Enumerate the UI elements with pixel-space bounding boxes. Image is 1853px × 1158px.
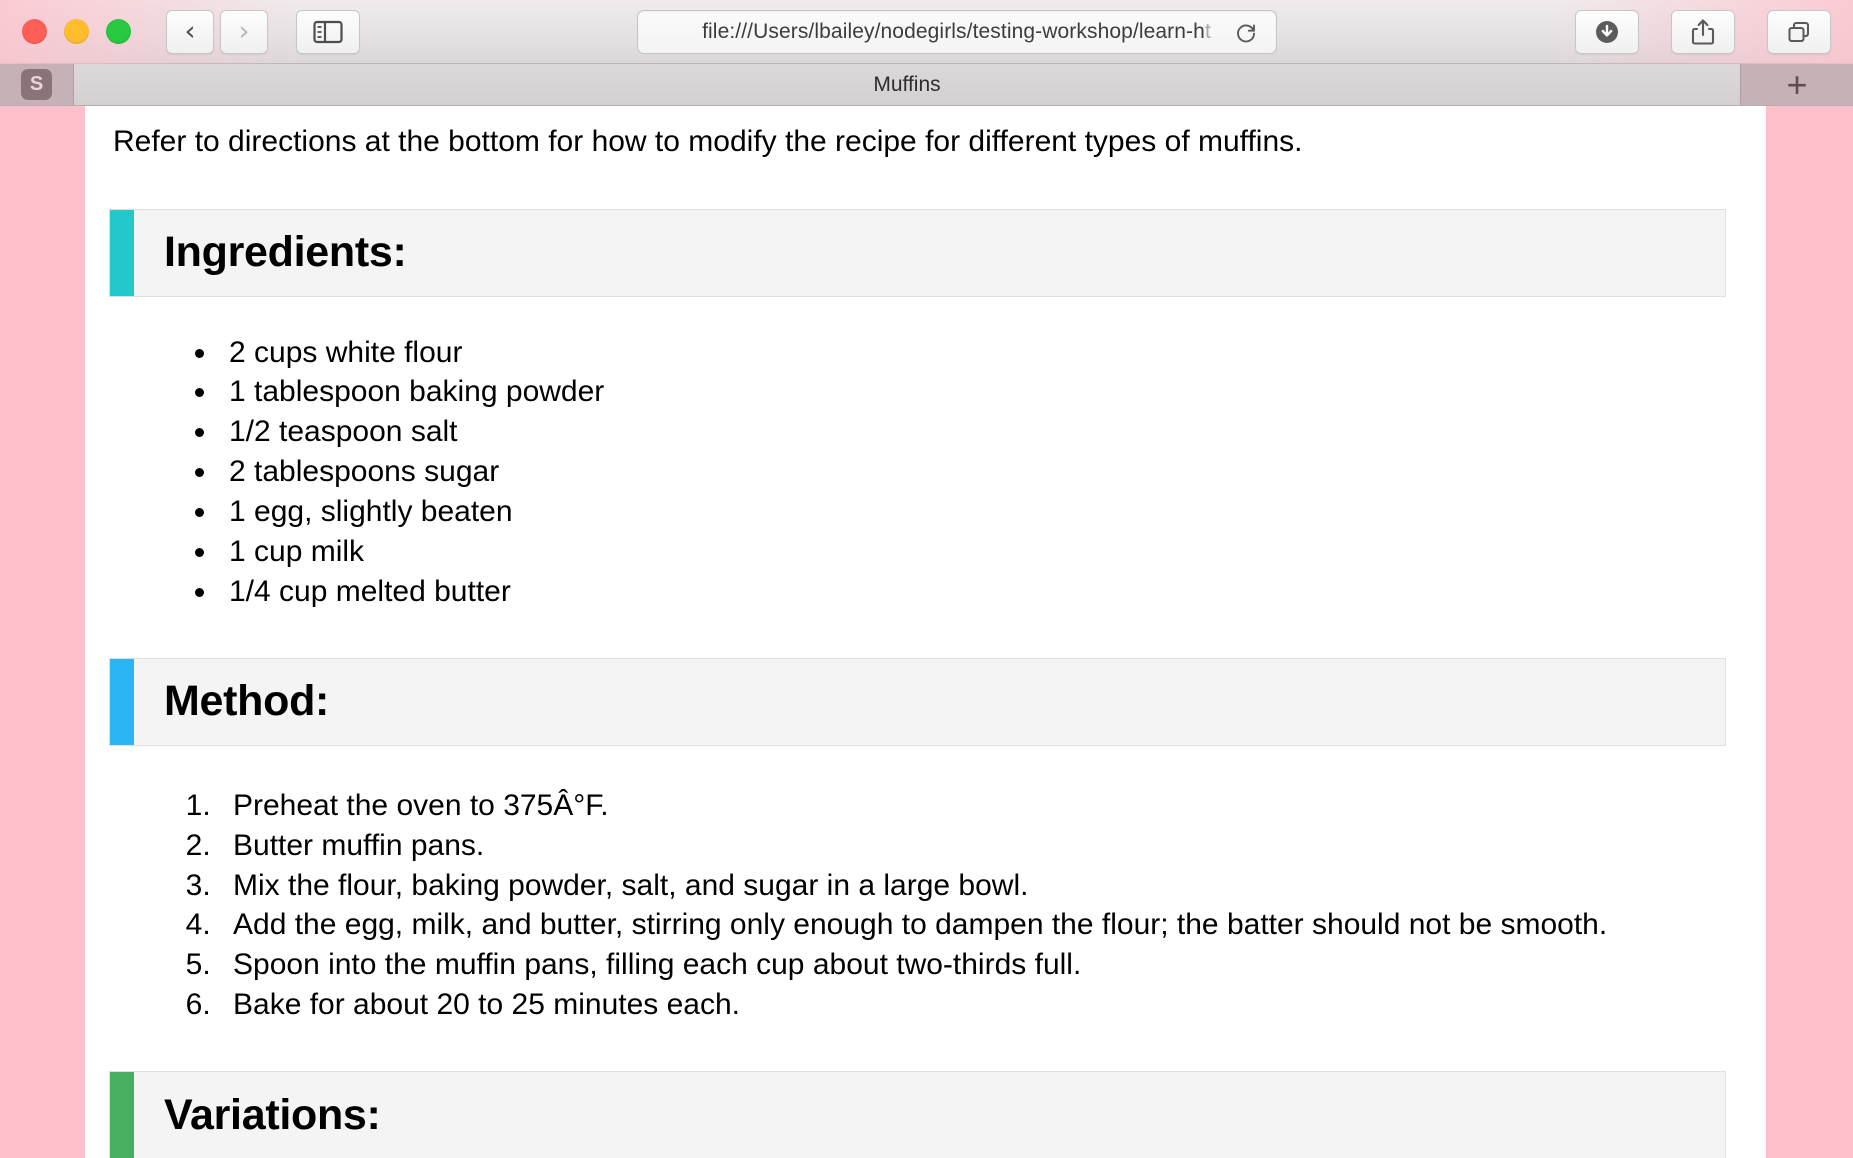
list-item: Mix the flour, baking powder, salt, and … bbox=[219, 866, 1726, 906]
address-bar[interactable]: file:///Users/lbailey/nodegirls/testing-… bbox=[636, 9, 1277, 54]
url-text: file:///Users/lbailey/nodegirls/testing-… bbox=[702, 19, 1211, 43]
share-icon bbox=[1691, 18, 1715, 45]
accent-bar-variations bbox=[110, 1072, 134, 1158]
close-window-button[interactable] bbox=[22, 19, 47, 44]
sidebar-icon bbox=[313, 20, 343, 43]
zoom-window-button[interactable] bbox=[106, 19, 131, 44]
list-item: 1 egg, slightly beaten bbox=[219, 492, 1726, 532]
forward-button[interactable]: › bbox=[220, 9, 268, 54]
list-item: 1/4 cup melted butter bbox=[219, 572, 1726, 612]
safari-browser-window: ‹ › file:///Users/lbailey/nodegirls/test… bbox=[0, 0, 1853, 1158]
share-button[interactable] bbox=[1671, 9, 1735, 54]
page-viewport[interactable]: Refer to directions at the bottom for ho… bbox=[0, 106, 1853, 1158]
plus-icon: + bbox=[1786, 63, 1808, 105]
list-item: 1 tablespoon baking powder bbox=[219, 372, 1726, 412]
toolbar-right-buttons bbox=[1553, 9, 1831, 54]
window-controls bbox=[22, 19, 131, 44]
list-item: 2 tablespoons sugar bbox=[219, 452, 1726, 492]
navigation-buttons: ‹ › bbox=[166, 9, 360, 54]
list-item: Preheat the oven to 375Â°F. bbox=[219, 786, 1726, 826]
section-heading-ingredients: Ingredients: bbox=[109, 208, 1726, 297]
page-content: Refer to directions at the bottom for ho… bbox=[85, 106, 1766, 1158]
new-tab-button[interactable]: + bbox=[1740, 64, 1853, 105]
back-button[interactable]: ‹ bbox=[166, 9, 214, 54]
tab-muffins[interactable]: Muffins bbox=[74, 64, 1740, 105]
heading-variations: Variations: bbox=[164, 1090, 381, 1139]
heading-method: Method: bbox=[164, 677, 330, 726]
sidebar-toggle-button[interactable] bbox=[296, 9, 360, 54]
accent-bar-ingredients bbox=[110, 209, 134, 296]
tab-title: Muffins bbox=[873, 72, 941, 96]
accent-bar-method bbox=[110, 658, 134, 745]
section-heading-variations: Variations: bbox=[109, 1071, 1726, 1158]
browser-toolbar: ‹ › file:///Users/lbailey/nodegirls/test… bbox=[0, 0, 1853, 64]
tab-overview-icon bbox=[1788, 21, 1809, 42]
minimize-window-button[interactable] bbox=[64, 19, 89, 44]
list-item: Spoon into the muffin pans, filling each… bbox=[219, 945, 1726, 985]
chevron-left-icon: ‹ bbox=[184, 16, 196, 47]
intro-paragraph: Refer to directions at the bottom for ho… bbox=[113, 125, 1303, 158]
list-item: 2 cups white flour bbox=[219, 333, 1726, 373]
reload-icon[interactable] bbox=[1234, 20, 1258, 44]
download-icon bbox=[1596, 20, 1618, 43]
list-item: Add the egg, milk, and butter, stirring … bbox=[219, 905, 1726, 945]
list-item: Bake for about 20 to 25 minutes each. bbox=[219, 985, 1726, 1025]
ingredients-list: 2 cups white flour 1 tablespoon baking p… bbox=[109, 333, 1726, 612]
tab-overview-button[interactable] bbox=[1767, 9, 1831, 54]
profile-button[interactable]: S bbox=[0, 64, 74, 105]
address-bar-container: file:///Users/lbailey/nodegirls/testing-… bbox=[360, 9, 1553, 54]
method-list: Preheat the oven to 375Â°F. Butter muffi… bbox=[109, 786, 1726, 1025]
section-heading-method: Method: bbox=[109, 657, 1726, 746]
downloads-button[interactable] bbox=[1575, 9, 1639, 54]
heading-ingredients: Ingredients: bbox=[164, 228, 407, 276]
list-item: Butter muffin pans. bbox=[219, 826, 1726, 866]
chevron-right-icon: › bbox=[238, 16, 250, 47]
list-item: 1 cup milk bbox=[219, 532, 1726, 572]
profile-badge: S bbox=[21, 69, 52, 100]
tab-bar: S Muffins + bbox=[0, 64, 1853, 106]
list-item: 1/2 teaspoon salt bbox=[219, 412, 1726, 452]
